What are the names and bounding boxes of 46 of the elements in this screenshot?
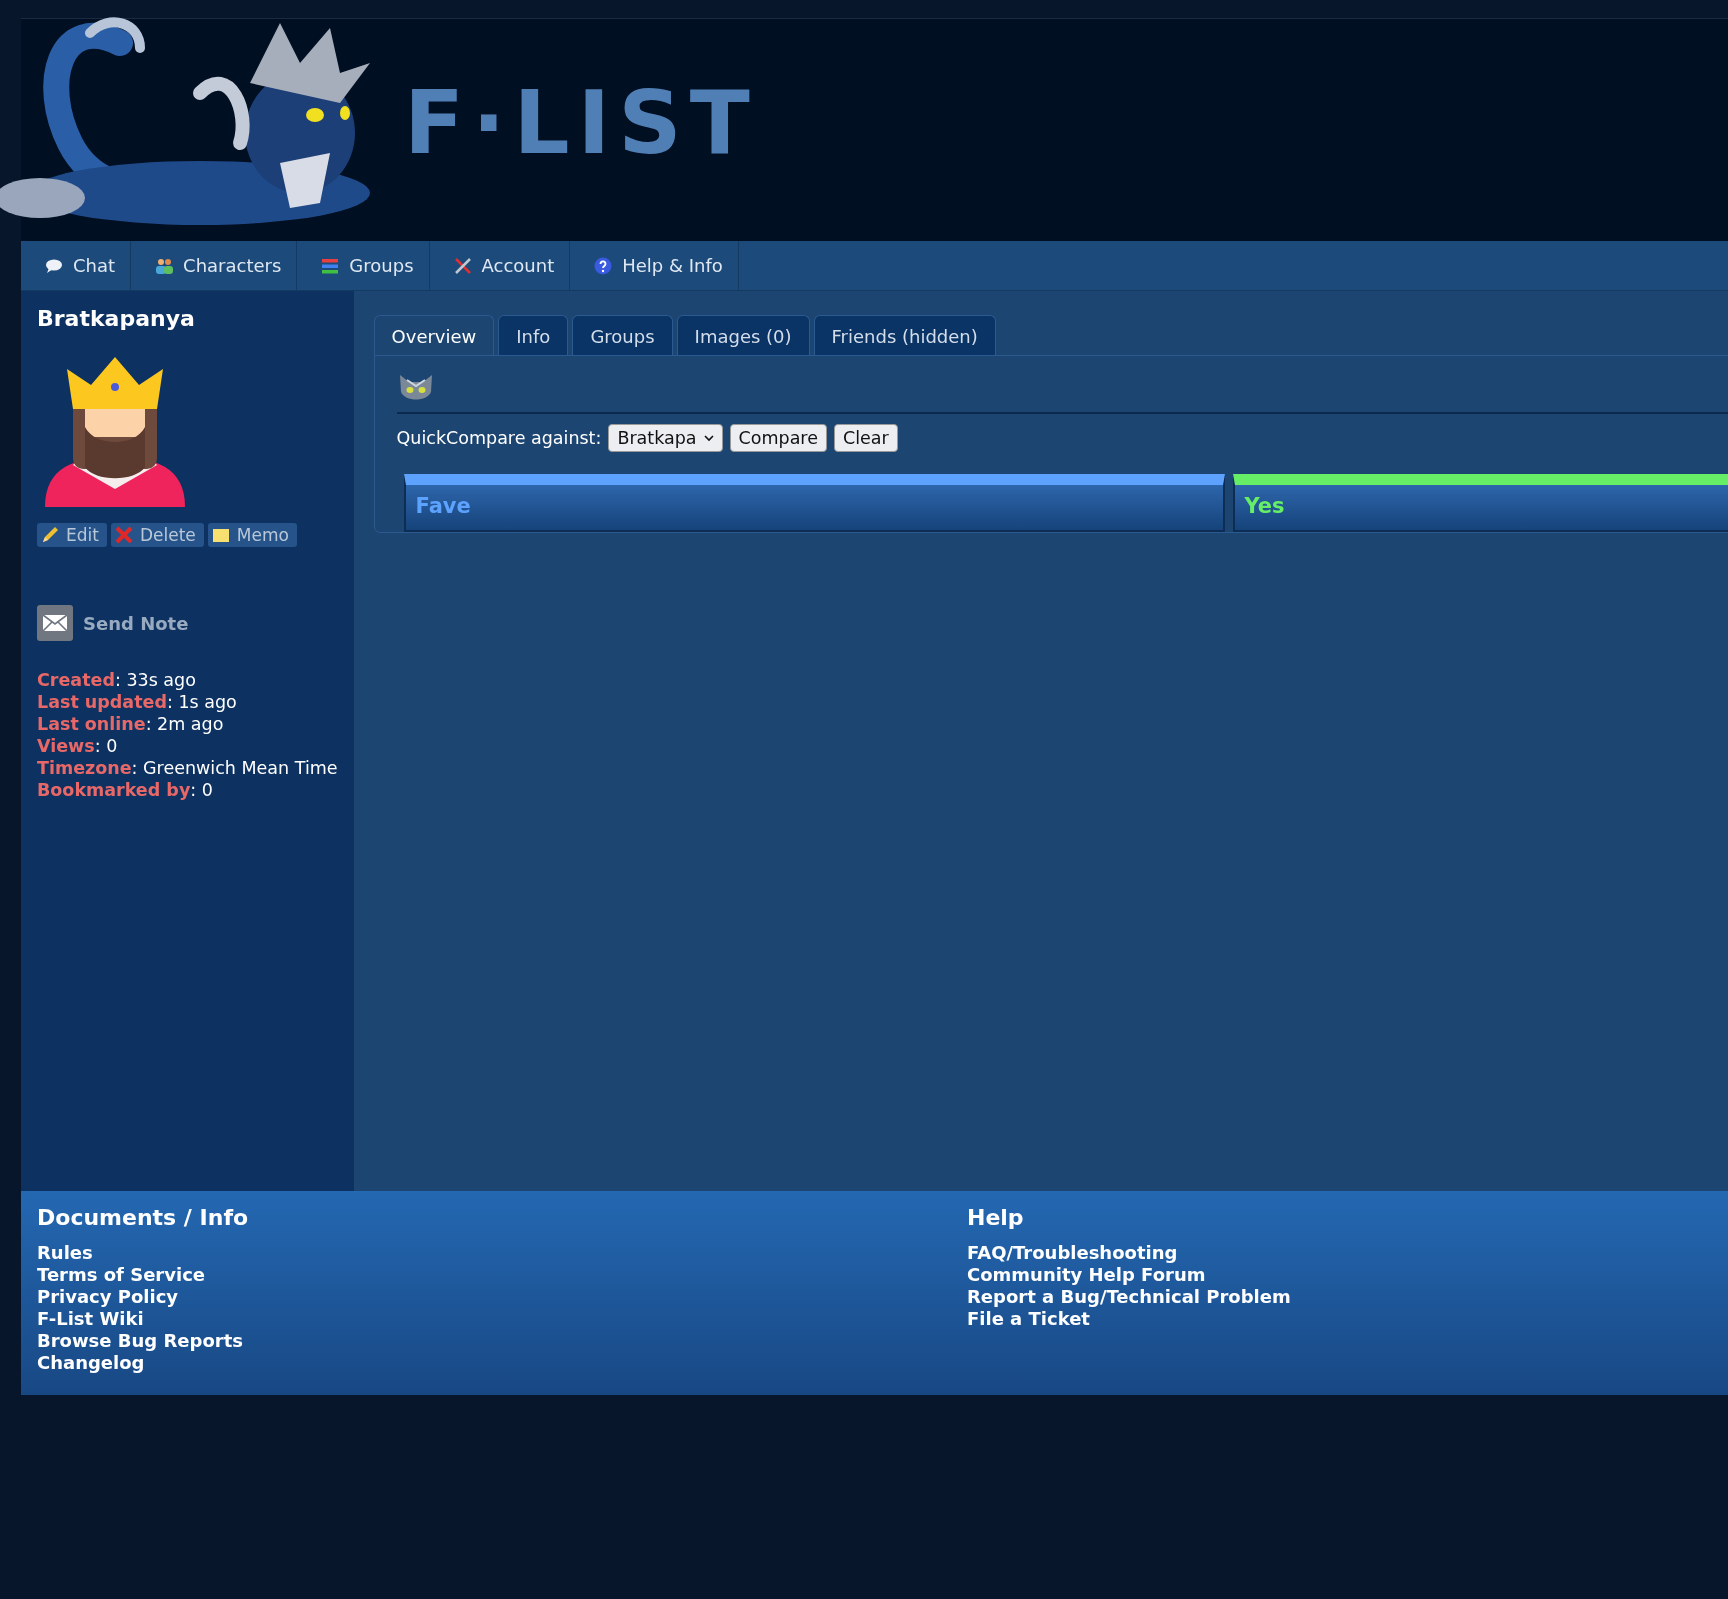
nav-link[interactable]: Help & Info: [570, 241, 739, 290]
stat-line: Timezone: Greenwich Mean Time: [37, 757, 338, 779]
footer-link[interactable]: Changelog: [37, 1352, 967, 1374]
nav-link[interactable]: Account: [429, 241, 571, 290]
footer-link[interactable]: Rules: [37, 1242, 967, 1264]
quickcompare-label: QuickCompare against:: [396, 428, 602, 448]
stat-line: Last updated: 1s ago: [37, 691, 238, 713]
cross-icon: [113, 525, 134, 545]
stat-line: Last online: 2m ago: [37, 713, 225, 735]
stat-line: Created: 33s ago: [37, 669, 197, 691]
send-note-link[interactable]: Send Note: [37, 605, 338, 641]
chevron-down-icon: [703, 434, 714, 442]
footer-link[interactable]: Privacy Policy: [37, 1286, 967, 1308]
character-select[interactable]: Bratkapa: [608, 424, 723, 452]
pencil-icon: [40, 525, 60, 545]
tab[interactable]: Friends (hidden): [813, 315, 996, 355]
footer-link[interactable]: Browse Bug Reports: [37, 1330, 967, 1352]
action-button[interactable]: Edit: [37, 523, 107, 547]
footer-link[interactable]: Terms of Service: [37, 1264, 967, 1286]
tools-icon: [452, 255, 473, 276]
footer-heading: Help: [967, 1205, 1025, 1230]
help-icon: [593, 255, 614, 276]
footer-link[interactable]: Report a Bug/Technical Problem: [967, 1286, 1728, 1308]
tab[interactable]: Info: [498, 315, 569, 355]
nav-link[interactable]: Characters: [131, 241, 298, 290]
kink-column-header: Yes: [1232, 474, 1728, 532]
envelope-icon: [37, 605, 73, 641]
compare-button[interactable]: Compare: [729, 424, 827, 452]
compare-button[interactable]: Clear: [833, 424, 898, 452]
tab[interactable]: Overview: [373, 315, 495, 355]
tab[interactable]: Images (0): [676, 315, 810, 355]
kink-column-header: Fave: [403, 474, 1225, 532]
footer-heading: Documents / Info: [37, 1205, 250, 1230]
footer-link[interactable]: Community Help Forum: [967, 1264, 1728, 1286]
site-logo[interactable]: F·LIST: [404, 70, 758, 174]
footer-link[interactable]: File a Ticket: [967, 1308, 1728, 1330]
stat-line: Views: 0: [37, 735, 119, 757]
action-button[interactable]: Delete: [110, 523, 204, 547]
footer-link[interactable]: F-List Wiki: [37, 1308, 967, 1330]
nav-link[interactable]: Groups: [297, 241, 430, 290]
tab[interactable]: Groups: [572, 315, 673, 355]
character-name: Bratkapanya: [37, 306, 196, 331]
nav-link[interactable]: Chat: [21, 241, 132, 290]
stat-line: Bookmarked by: 0: [37, 779, 214, 801]
footer-link[interactable]: FAQ/Troubleshooting: [967, 1242, 1728, 1264]
action-button[interactable]: Memo: [207, 523, 297, 547]
